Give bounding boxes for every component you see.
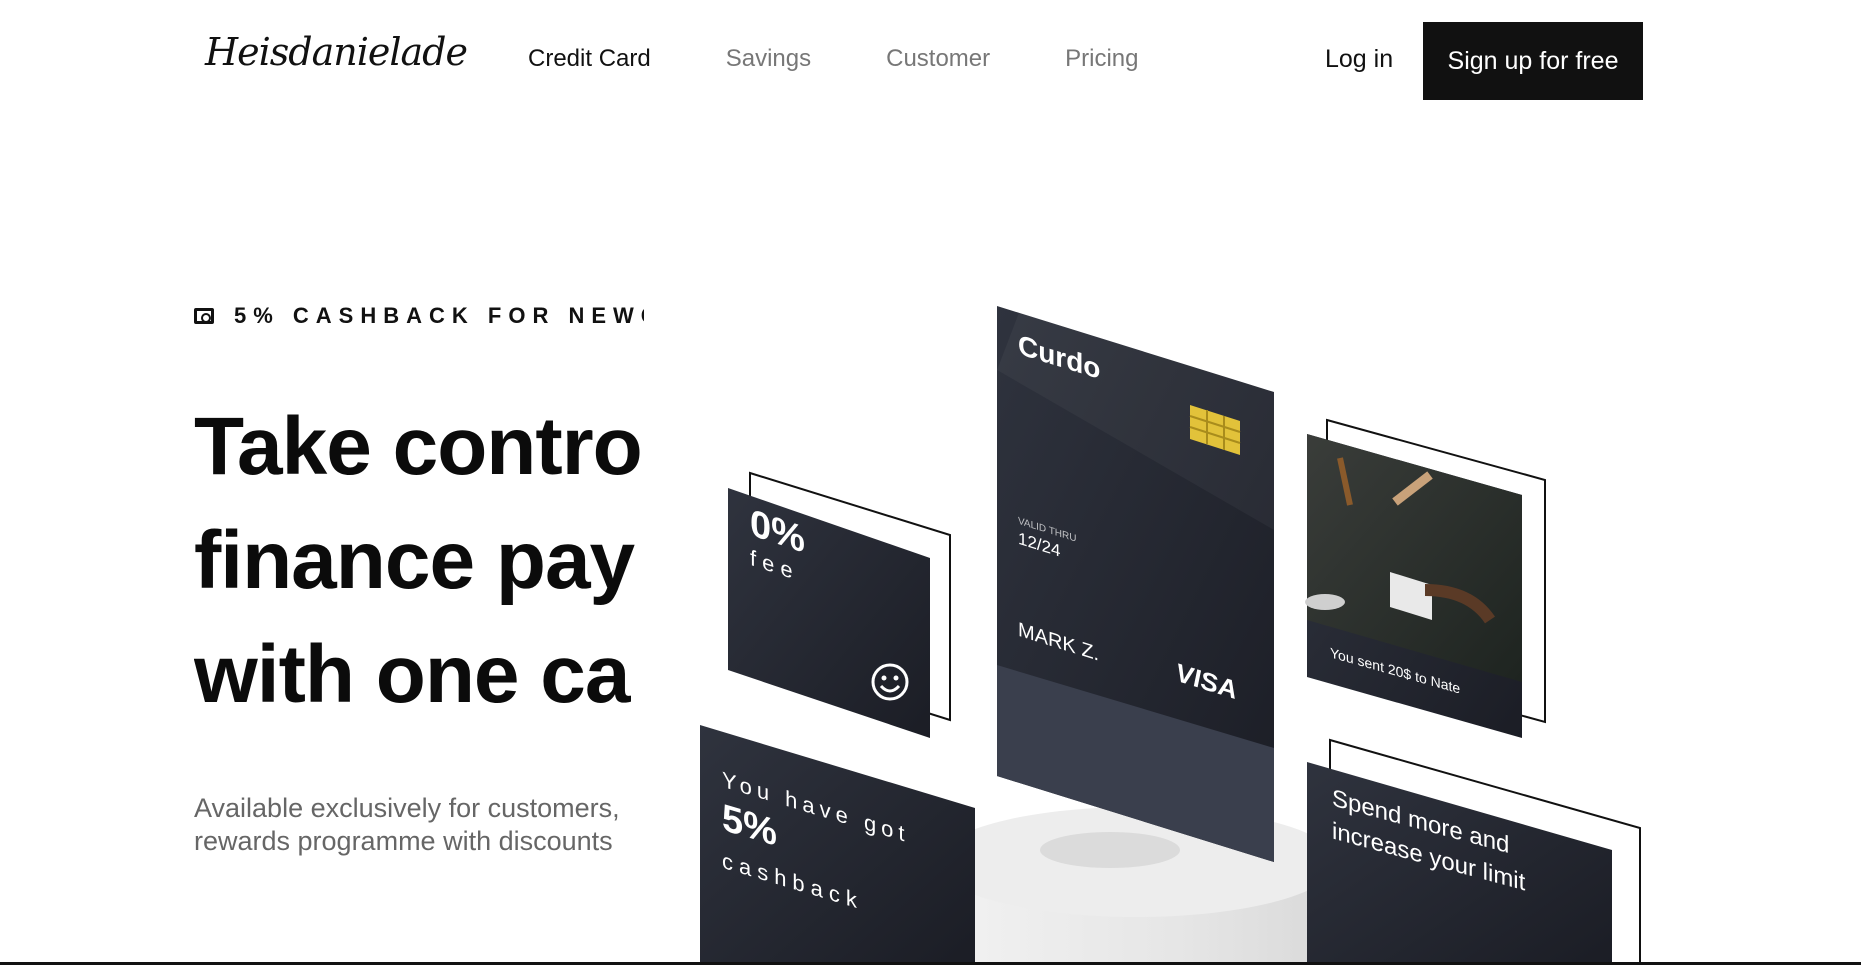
nav-link-customer[interactable]: Customer: [886, 45, 990, 73]
credit-card: Curdo VALID THRU 12/24 MARK Z. VISA: [997, 306, 1274, 862]
headline-line-2: finance pay: [194, 515, 635, 606]
login-link[interactable]: Log in: [1325, 45, 1393, 74]
headline-line-1: Take contro: [194, 401, 643, 492]
subtext-line-2: rewards programme with discounts: [194, 826, 613, 856]
nav-link-pricing[interactable]: Pricing: [1065, 45, 1138, 73]
fee-card: 0% fee: [728, 471, 951, 738]
eyebrow-text: 5% CASHBACK FOR NEWCO: [234, 303, 644, 328]
nav-links: Credit Card Savings Customer Pricing: [528, 45, 1214, 73]
hero-illustration: 0% fee You have got 5% cashback Curdo VA…: [690, 290, 1670, 965]
cards-illustration: 0% fee You have got 5% cashback Curdo VA…: [700, 306, 1641, 965]
payment-card: You sent 20$ to Nate: [1305, 418, 1546, 738]
hero-text: 5% CASHBACK FOR NEWCO Take contro financ…: [194, 290, 644, 890]
top-nav: Heisdanielade Credit Card Savings Custom…: [0, 0, 1861, 122]
subtext-line-1: Available exclusively for customers,: [194, 793, 620, 823]
pedestal: [935, 807, 1337, 965]
nav-link-savings[interactable]: Savings: [726, 45, 811, 73]
cashback-eyebrow: 5% CASHBACK FOR NEWCO: [194, 303, 644, 329]
headline-line-3: with one ca: [194, 629, 631, 720]
hero-subtext: Available exclusively for customers, rew…: [194, 792, 620, 858]
logo[interactable]: Heisdanielade: [205, 30, 468, 74]
ticket-icon: [194, 308, 214, 324]
nav-link-credit-card[interactable]: Credit Card: [528, 45, 651, 73]
limit-card: Spend more and increase your limit: [1307, 738, 1641, 965]
cashback-card: You have got 5% cashback: [700, 725, 975, 965]
signup-button[interactable]: Sign up for free: [1423, 22, 1643, 100]
hero-headline: Take contro finance pay with one ca: [194, 390, 643, 732]
